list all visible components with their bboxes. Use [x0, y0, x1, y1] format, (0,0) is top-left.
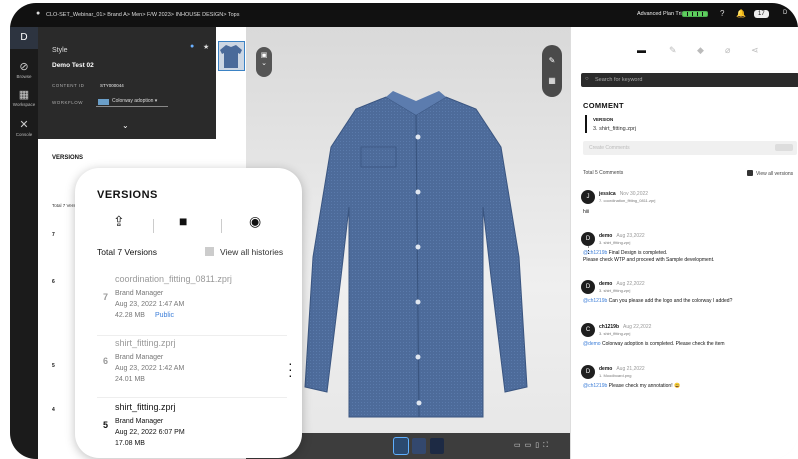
version-author: Brand Manager	[115, 418, 164, 425]
versions-toolbar: ⇪ ■ ◉	[75, 213, 302, 233]
share-tab-icon[interactable]: ⋖	[751, 45, 759, 56]
colorway-swatch[interactable]	[430, 438, 444, 454]
plan-label[interactable]: Advanced Plan Trial	[637, 11, 686, 17]
versions-title: VERSIONS	[97, 189, 158, 201]
compass-icon: ⊘	[19, 61, 29, 73]
versions-zoom-card: VERSIONS ⇪ ■ ◉ Total 7 Versions View all…	[75, 168, 302, 458]
version-item[interactable]: 5 shirt_fitting.zprj Brand Manager Aug 2…	[97, 400, 287, 458]
version-row[interactable]: 4	[52, 407, 55, 413]
versions-total: Total 7 Versions	[97, 247, 158, 257]
pen-tab-icon[interactable]: ✎	[669, 45, 677, 56]
version-item[interactable]: 6 shirt_fitting.zprj Brand Manager Aug 2…	[97, 336, 287, 398]
location-pin-icon: ●	[36, 10, 41, 17]
shirt-render	[304, 91, 528, 418]
breadcrumb[interactable]: CLO-SET_Webinar_01> Brand A> Men> F/W 20…	[46, 12, 239, 18]
divider	[153, 219, 154, 233]
more-options-icon[interactable]: · · ·	[288, 356, 293, 382]
version-date: Aug 22, 2022 6:07 PM	[115, 429, 185, 436]
star-icon[interactable]: ★	[203, 43, 209, 51]
avatar: C	[581, 323, 595, 337]
version-size: 42.28 MB Public	[115, 312, 175, 319]
video-icon[interactable]: ■	[179, 213, 187, 229]
comments-total: Total 5 Comments	[583, 170, 624, 176]
pen-icon[interactable]: ✎	[542, 51, 562, 71]
version-date: Aug 23, 2022 1:47 AM	[115, 301, 185, 308]
version-row[interactable]: 7	[52, 232, 55, 238]
view-all-versions-checkbox[interactable]: View all versions	[747, 170, 793, 177]
left-nav: D ⊘ Browse ▦ Workspace ✕ Console	[10, 27, 38, 459]
version-author: Brand Manager	[115, 354, 164, 361]
top-bar: ● CLO-SET_Webinar_01> Brand A> Men> F/W …	[10, 3, 798, 27]
workflow-color-swatch	[98, 99, 109, 105]
view-all-histories-checkbox[interactable]: View all histories	[205, 247, 283, 257]
shirt-icon[interactable]: ◉	[249, 213, 261, 230]
avatar: D	[581, 280, 595, 294]
version-number: 7	[103, 292, 109, 302]
nav-browse[interactable]: ⊘ Browse	[10, 61, 38, 79]
create-comment-input[interactable]: Create Comments	[583, 141, 797, 155]
style-title: Demo Test 02	[52, 62, 94, 69]
version-author: Brand Manager	[115, 290, 164, 297]
panel-tabs: ▬ ✎ ◆ ⌀ ⋖	[571, 45, 798, 59]
version-number: 5	[103, 420, 109, 430]
content-id-label: CONTENT ID	[52, 83, 85, 88]
colorway-swatch[interactable]	[412, 438, 426, 454]
grid-icon: ▦	[18, 89, 30, 101]
upload-icon[interactable]: ⇪	[113, 213, 125, 230]
version-label: VERSION	[593, 117, 614, 122]
checkbox-icon	[747, 170, 753, 176]
version-number: 6	[103, 356, 109, 366]
tools-icon: ✕	[19, 119, 29, 131]
workspace-avatar[interactable]: D	[10, 27, 38, 49]
section-label: Style	[52, 47, 68, 54]
more-options-icon[interactable]: ⋮	[584, 245, 593, 256]
search-icon: ○	[585, 76, 589, 82]
version-file-name: shirt_fitting.zprj	[115, 338, 176, 348]
avatar: J	[581, 190, 595, 204]
send-button[interactable]	[775, 144, 793, 151]
viewer-controls[interactable]: ▭▭▯⛶	[514, 441, 552, 450]
search-input[interactable]: ○ Search for keyword	[581, 73, 798, 87]
style-header: ● ★ Style Demo Test 02 CONTENT ID STY000…	[38, 27, 216, 139]
colorway-swatch[interactable]	[393, 437, 409, 455]
version-indicator	[585, 115, 587, 133]
help-icon[interactable]: ?	[720, 9, 724, 18]
comments-panel: ▬ ✎ ◆ ⌀ ⋖ ○ Search for keyword COMMENT VE…	[570, 27, 798, 459]
annotation-toolbar: ✎ ▦	[542, 45, 562, 97]
view-toggle-button[interactable]: ▣ ⌄	[256, 47, 272, 77]
comment-header: COMMENT	[583, 101, 624, 110]
notification-badge: 17	[754, 10, 769, 18]
nav-workspace[interactable]: ▦ Workspace	[10, 89, 38, 107]
avatar: D	[581, 232, 595, 246]
workflow-label: WORKFLOW	[52, 100, 83, 105]
version-item[interactable]: 7 coordination_fitting_0811.zprj Brand M…	[97, 272, 287, 336]
shirt-thumbnail[interactable]	[218, 41, 245, 71]
checkbox-icon	[205, 247, 214, 256]
bell-icon[interactable]: 🔔	[736, 9, 746, 18]
version-date: Aug 23, 2022 1:42 AM	[115, 365, 185, 372]
version-row[interactable]: 5	[52, 363, 55, 369]
bell-icon[interactable]: ●	[190, 43, 194, 50]
versions-title: VERSIONS	[52, 155, 84, 161]
version-size: 24.01 MB	[115, 376, 145, 383]
version-row[interactable]: 6	[52, 279, 55, 285]
plan-progress-bar	[682, 11, 708, 17]
fabric-tab-icon[interactable]: ◆	[697, 45, 704, 56]
workflow-select[interactable]: Colorway adoption ▾	[96, 98, 168, 107]
content-id-value: STY000044	[100, 83, 124, 88]
avatar: D	[581, 365, 595, 379]
user-avatar[interactable]: D	[783, 10, 787, 16]
palette-icon[interactable]: ▦	[542, 71, 562, 91]
attachment-tab-icon[interactable]: ⌀	[725, 45, 730, 56]
version-size: 17.08 MB	[115, 440, 145, 447]
chevron-down-icon[interactable]: ⌄	[122, 121, 129, 130]
divider	[221, 219, 222, 233]
comments-tab-icon[interactable]: ▬	[637, 45, 646, 55]
public-badge: Public	[154, 312, 175, 319]
version-file-name: shirt_fitting.zprj	[115, 402, 176, 412]
version-file-name: coordination_fitting_0811.zprj	[115, 274, 232, 284]
nav-console[interactable]: ✕ Console	[10, 119, 38, 137]
version-value: 3. shirt_fitting.zprj	[593, 126, 637, 132]
